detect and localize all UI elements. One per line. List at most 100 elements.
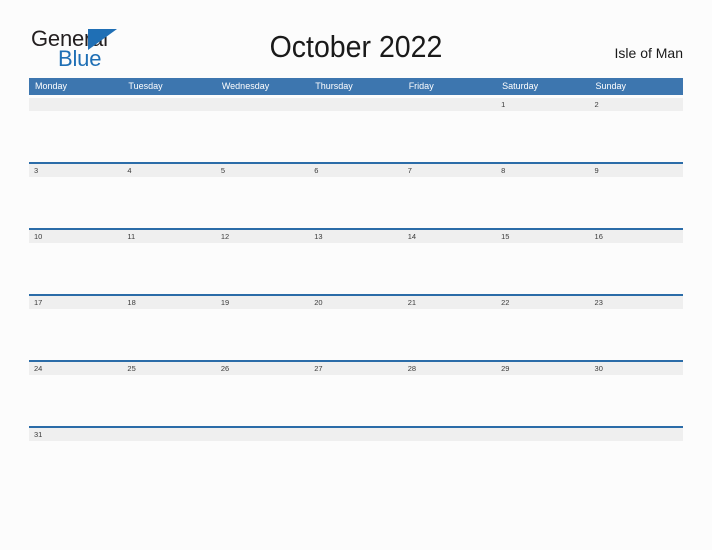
day-cell[interactable]: 20 bbox=[309, 295, 403, 361]
week-row: 24 25 26 27 28 29 30 bbox=[29, 360, 683, 426]
day-number: 9 bbox=[589, 163, 683, 177]
dayname-wednesday: Wednesday bbox=[215, 78, 310, 95]
day-cell[interactable] bbox=[496, 427, 590, 493]
day-number bbox=[29, 97, 123, 111]
week-row: 3 4 5 6 7 8 9 bbox=[29, 162, 683, 228]
day-number: 8 bbox=[496, 163, 590, 177]
day-cell[interactable]: 9 bbox=[589, 163, 683, 229]
day-number: 3 bbox=[29, 163, 123, 177]
week-row: 31 bbox=[29, 426, 683, 492]
day-number: 10 bbox=[29, 229, 123, 243]
day-cell[interactable]: 28 bbox=[402, 361, 497, 427]
day-number: 14 bbox=[402, 229, 497, 243]
day-number bbox=[402, 97, 497, 111]
day-number: 20 bbox=[309, 295, 403, 309]
day-number: 22 bbox=[496, 295, 590, 309]
dayname-thursday: Thursday bbox=[309, 78, 403, 95]
day-cell[interactable]: 18 bbox=[122, 295, 216, 361]
day-number bbox=[215, 97, 310, 111]
day-cell[interactable]: 29 bbox=[496, 361, 590, 427]
day-cell[interactable] bbox=[309, 427, 403, 493]
day-cell[interactable]: 25 bbox=[122, 361, 216, 427]
day-cell[interactable]: 26 bbox=[215, 361, 310, 427]
day-number bbox=[309, 97, 403, 111]
day-number: 11 bbox=[122, 229, 216, 243]
day-cell[interactable] bbox=[402, 97, 497, 163]
day-cell[interactable]: 3 bbox=[29, 163, 123, 229]
day-cell[interactable]: 14 bbox=[402, 229, 497, 295]
day-number: 23 bbox=[589, 295, 683, 309]
day-cell[interactable] bbox=[215, 97, 310, 163]
dayname-sunday: Sunday bbox=[589, 78, 683, 95]
dayname-friday: Friday bbox=[402, 78, 497, 95]
day-number: 15 bbox=[496, 229, 590, 243]
day-cell[interactable]: 17 bbox=[29, 295, 123, 361]
day-number: 17 bbox=[29, 295, 123, 309]
day-cell[interactable]: 7 bbox=[402, 163, 497, 229]
day-number: 7 bbox=[402, 163, 497, 177]
day-number: 29 bbox=[496, 361, 590, 375]
day-cell[interactable]: 31 bbox=[29, 427, 123, 493]
day-number: 31 bbox=[29, 427, 123, 441]
day-cell[interactable]: 1 bbox=[496, 97, 590, 163]
day-cell[interactable]: 19 bbox=[215, 295, 310, 361]
day-number: 25 bbox=[122, 361, 216, 375]
day-cell[interactable]: 12 bbox=[215, 229, 310, 295]
day-number bbox=[309, 427, 403, 441]
week-row: 10 11 12 13 14 15 16 bbox=[29, 228, 683, 294]
day-number: 30 bbox=[589, 361, 683, 375]
day-number: 19 bbox=[215, 295, 310, 309]
day-number bbox=[215, 427, 310, 441]
day-cell[interactable]: 4 bbox=[122, 163, 216, 229]
day-cell[interactable]: 2 bbox=[589, 97, 683, 163]
day-number: 12 bbox=[215, 229, 310, 243]
day-cell[interactable] bbox=[122, 97, 216, 163]
day-number: 27 bbox=[309, 361, 403, 375]
day-cell[interactable]: 10 bbox=[29, 229, 123, 295]
day-cell[interactable]: 16 bbox=[589, 229, 683, 295]
week-row: 1 2 bbox=[29, 96, 683, 162]
day-cell[interactable]: 24 bbox=[29, 361, 123, 427]
day-cell[interactable] bbox=[122, 427, 216, 493]
day-cell[interactable]: 11 bbox=[122, 229, 216, 295]
day-number: 16 bbox=[589, 229, 683, 243]
day-number bbox=[122, 97, 216, 111]
day-cell[interactable]: 22 bbox=[496, 295, 590, 361]
day-cell[interactable]: 13 bbox=[309, 229, 403, 295]
location-label: Isle of Man bbox=[614, 45, 683, 61]
day-cell[interactable]: 15 bbox=[496, 229, 590, 295]
day-cell[interactable]: 6 bbox=[309, 163, 403, 229]
day-number bbox=[496, 427, 590, 441]
day-number: 5 bbox=[215, 163, 310, 177]
day-cell[interactable]: 23 bbox=[589, 295, 683, 361]
day-cell[interactable] bbox=[215, 427, 310, 493]
day-number: 13 bbox=[309, 229, 403, 243]
day-number: 24 bbox=[29, 361, 123, 375]
day-cell[interactable]: 21 bbox=[402, 295, 497, 361]
day-cell[interactable] bbox=[29, 97, 123, 163]
day-number: 18 bbox=[122, 295, 216, 309]
day-cell[interactable]: 5 bbox=[215, 163, 310, 229]
day-number: 6 bbox=[309, 163, 403, 177]
day-cell[interactable] bbox=[402, 427, 497, 493]
day-number: 21 bbox=[402, 295, 497, 309]
day-cell[interactable] bbox=[309, 97, 403, 163]
day-cell[interactable]: 30 bbox=[589, 361, 683, 427]
day-number bbox=[402, 427, 497, 441]
day-number bbox=[589, 427, 683, 441]
dayname-header-row: Monday Tuesday Wednesday Thursday Friday… bbox=[29, 78, 683, 95]
day-cell[interactable]: 27 bbox=[309, 361, 403, 427]
page-header: General Blue October 2022 Isle of Man bbox=[0, 0, 712, 78]
day-number bbox=[122, 427, 216, 441]
dayname-monday: Monday bbox=[29, 78, 123, 95]
day-number: 4 bbox=[122, 163, 216, 177]
dayname-saturday: Saturday bbox=[496, 78, 590, 95]
day-cell[interactable]: 8 bbox=[496, 163, 590, 229]
day-cell[interactable] bbox=[589, 427, 683, 493]
page-title: October 2022 bbox=[269, 29, 443, 64]
dayname-tuesday: Tuesday bbox=[122, 78, 216, 95]
day-number: 2 bbox=[589, 97, 683, 111]
day-number: 28 bbox=[402, 361, 497, 375]
week-row: 17 18 19 20 21 22 23 bbox=[29, 294, 683, 360]
day-number: 1 bbox=[496, 97, 590, 111]
